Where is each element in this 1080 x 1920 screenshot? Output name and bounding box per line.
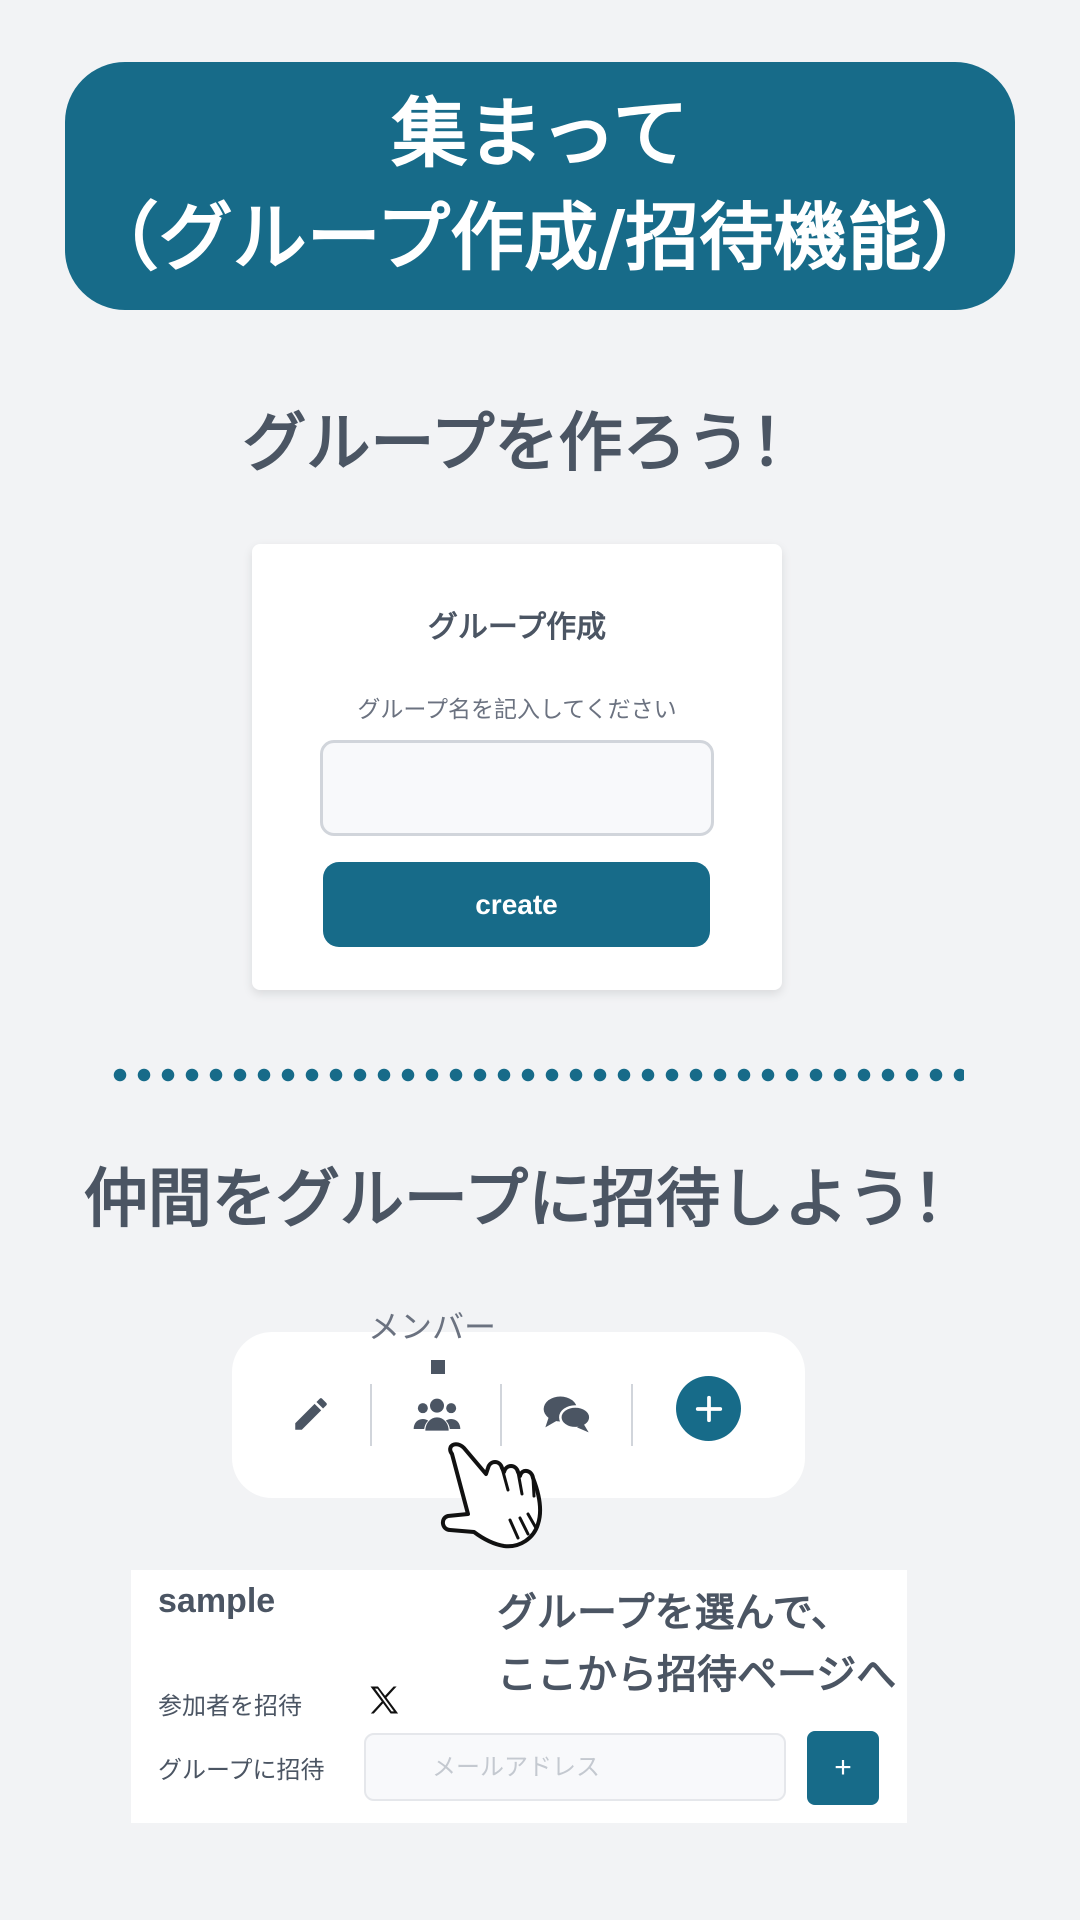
add-group-button[interactable] xyxy=(676,1376,741,1441)
group-name-title: sample xyxy=(158,1582,276,1620)
toolbar-separator xyxy=(370,1384,372,1446)
tooltip-marker xyxy=(431,1360,445,1374)
create-group-heading: グループを作ろう！ xyxy=(242,407,815,481)
dotted-divider xyxy=(108,1068,964,1082)
toolbar-separator xyxy=(500,1384,502,1446)
card-title: グループ作成 xyxy=(427,610,607,645)
edit-button[interactable] xyxy=(271,1374,351,1454)
group-name-input[interactable] xyxy=(320,740,714,836)
callout-line-1: グループを選んで、 xyxy=(497,1590,851,1636)
banner-title: 集まって xyxy=(391,89,689,178)
invite-heading: 仲間をグループに招待しよう！ xyxy=(83,1163,977,1237)
callout-text: グループを選んで、 ここから招待ページへ xyxy=(497,1582,896,1706)
members-tooltip: メンバー xyxy=(368,1308,497,1346)
create-button[interactable]: create xyxy=(323,862,710,947)
title-banner: 集まって （グループ作成/招待機能） xyxy=(65,62,1015,310)
invite-to-group-label: グループに招待 xyxy=(158,1756,325,1784)
banner-subtitle: （グループ作成/招待機能） xyxy=(84,195,996,281)
plus-icon xyxy=(695,1395,722,1422)
callout-line-2: ここから招待ページへ xyxy=(497,1652,897,1698)
group-name-hint: グループ名を記入してください xyxy=(357,697,677,723)
email-input[interactable] xyxy=(364,1733,786,1801)
invite-participants-label: 参加者を招待 xyxy=(158,1692,302,1720)
chat-icon xyxy=(543,1396,592,1433)
users-icon xyxy=(413,1398,461,1431)
x-logo-icon[interactable] xyxy=(366,1682,402,1718)
pencil-icon xyxy=(295,1398,327,1430)
email-add-button[interactable]: + xyxy=(807,1731,879,1805)
toolbar-separator xyxy=(631,1384,633,1446)
pointing-hand-icon xyxy=(441,1442,543,1549)
